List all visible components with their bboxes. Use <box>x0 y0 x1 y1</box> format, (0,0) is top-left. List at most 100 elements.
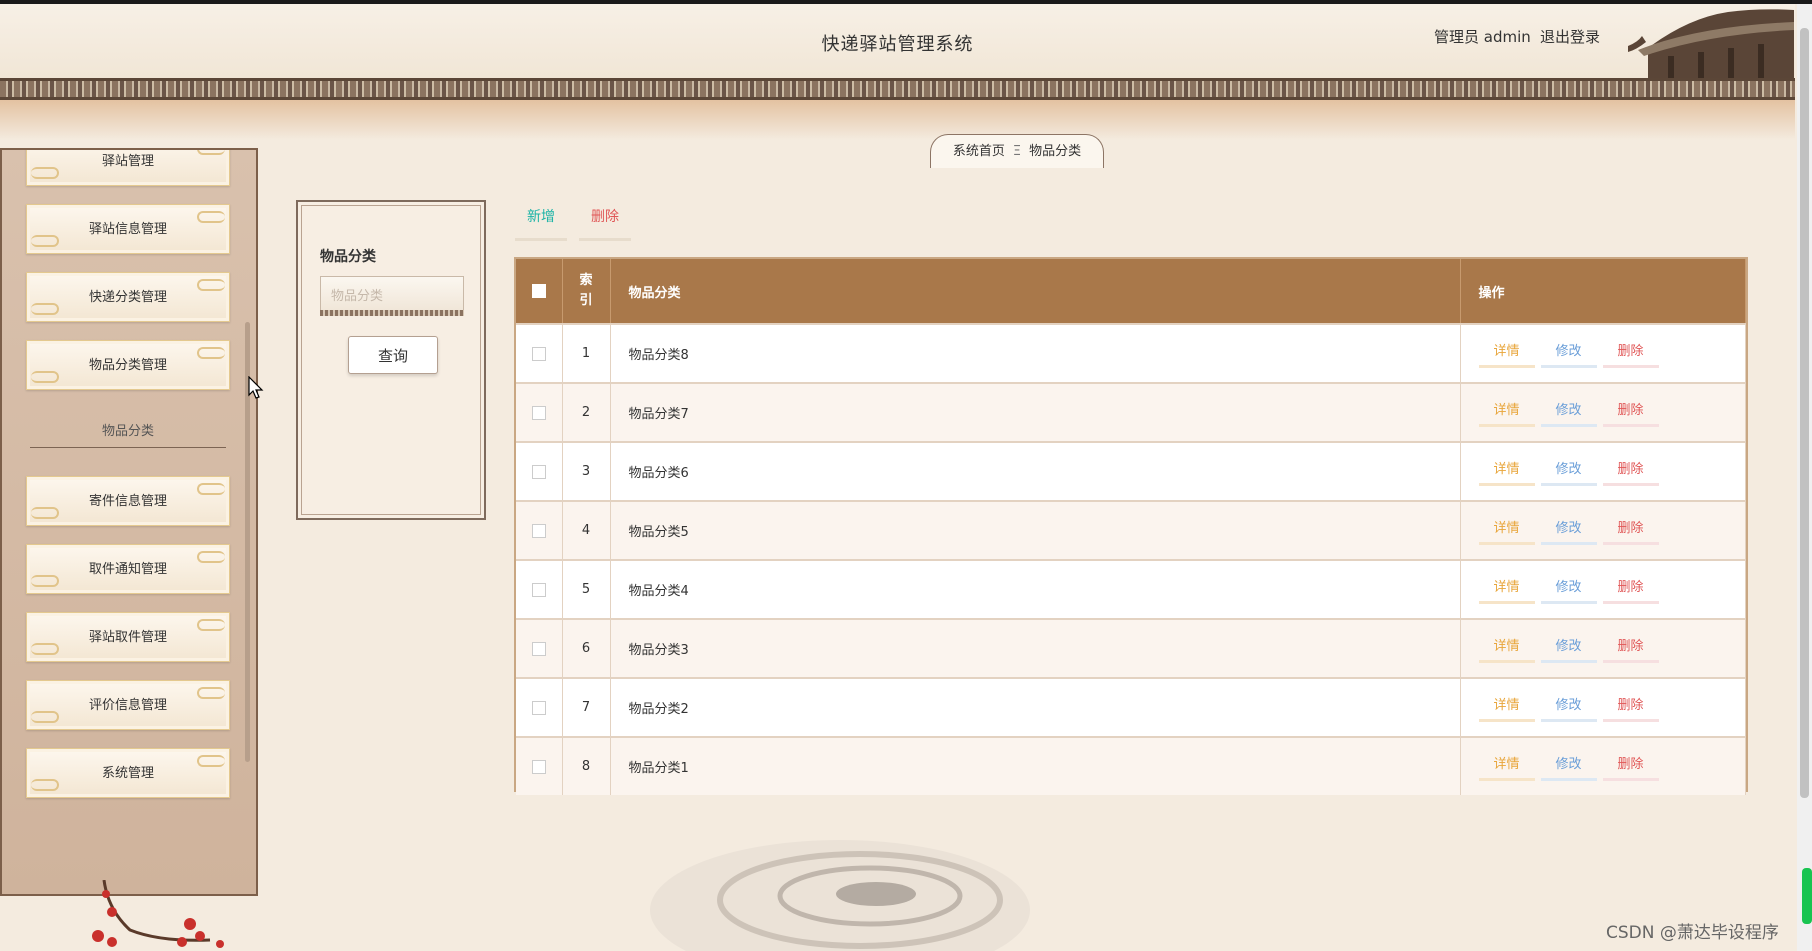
app-header: 快递驿站管理系统 管理员 admin 退出登录 <box>0 4 1795 80</box>
detail-button[interactable]: 详情 <box>1478 753 1535 781</box>
search-panel: 物品分类 查询 <box>296 200 486 520</box>
table-row: 7 物品分类2 详情 修改 删除 <box>516 677 1746 737</box>
mouse-cursor-icon <box>248 376 264 399</box>
row-index: 4 <box>562 500 611 560</box>
header-index: 索引 <box>562 259 611 324</box>
delete-button[interactable]: 删除 <box>1602 576 1659 604</box>
detail-button[interactable]: 详情 <box>1478 340 1535 368</box>
sidebar-item-express-category[interactable]: 快递分类管理 <box>26 272 230 322</box>
row-select-cell <box>516 618 563 678</box>
detail-button[interactable]: 详情 <box>1478 399 1535 427</box>
search-label: 物品分类 <box>320 249 376 265</box>
delete-button[interactable]: 删除 <box>1602 694 1659 722</box>
batch-delete-button[interactable]: 删除 <box>579 206 631 241</box>
table-row: 6 物品分类3 详情 修改 删除 <box>516 618 1746 678</box>
sidebar-item-pickup-notice[interactable]: 取件通知管理 <box>26 544 230 594</box>
edit-button[interactable]: 修改 <box>1540 635 1597 663</box>
edit-button[interactable]: 修改 <box>1540 753 1597 781</box>
row-name: 物品分类8 <box>610 323 1461 383</box>
sidebar: 驿站管理 驿站信息管理 快递分类管理 物品分类管理 物品分类 寄件信息管理 取件… <box>0 148 258 896</box>
brush-decoration <box>0 100 1795 140</box>
row-checkbox[interactable] <box>531 700 546 715</box>
row-name: 物品分类1 <box>610 736 1461 795</box>
row-select-cell <box>516 441 563 501</box>
data-table: 索引 物品分类 操作 1 物品分类8 详情 修改 删除 2 物品分类7 详情 修改 删除 3 物品分类… <box>514 257 1748 795</box>
row-checkbox[interactable] <box>531 464 546 479</box>
detail-button[interactable]: 详情 <box>1478 576 1535 604</box>
row-index: 1 <box>562 323 611 383</box>
row-actions: 详情 修改 删除 <box>1460 441 1746 501</box>
row-name: 物品分类2 <box>610 677 1461 737</box>
scrollbar-thumb[interactable] <box>1800 28 1809 798</box>
edit-button[interactable]: 修改 <box>1540 340 1597 368</box>
row-index: 8 <box>562 736 611 795</box>
edit-button[interactable]: 修改 <box>1540 517 1597 545</box>
sidebar-item-station-pickup[interactable]: 驿站取件管理 <box>26 612 230 662</box>
row-checkbox[interactable] <box>531 405 546 420</box>
row-checkbox[interactable] <box>531 346 546 361</box>
edit-button[interactable]: 修改 <box>1540 399 1597 427</box>
green-indicator <box>1802 868 1812 924</box>
row-actions: 详情 修改 删除 <box>1460 323 1746 383</box>
sidebar-item-send-info[interactable]: 寄件信息管理 <box>26 476 230 526</box>
delete-button[interactable]: 删除 <box>1602 753 1659 781</box>
sidebar-item-station[interactable]: 驿站管理 <box>26 150 230 186</box>
page-scrollbar[interactable] <box>1797 4 1812 951</box>
row-name: 物品分类5 <box>610 500 1461 560</box>
row-actions: 详情 修改 删除 <box>1460 500 1746 560</box>
row-actions: 详情 修改 删除 <box>1460 618 1746 678</box>
edit-button[interactable]: 修改 <box>1540 694 1597 722</box>
sidebar-item-review-info[interactable]: 评价信息管理 <box>26 680 230 730</box>
decorative-border-band <box>0 78 1795 100</box>
detail-button[interactable]: 详情 <box>1478 458 1535 486</box>
row-index: 6 <box>562 618 611 678</box>
ink-ripple-decoration <box>650 840 1030 951</box>
delete-button[interactable]: 删除 <box>1602 340 1659 368</box>
row-checkbox[interactable] <box>531 641 546 656</box>
search-input-decoration <box>320 310 464 316</box>
detail-button[interactable]: 详情 <box>1478 694 1535 722</box>
row-select-cell <box>516 500 563 560</box>
table-row: 4 物品分类5 详情 修改 删除 <box>516 500 1746 560</box>
logout-link[interactable]: 退出登录 <box>1540 26 1600 47</box>
detail-button[interactable]: 详情 <box>1478 517 1535 545</box>
row-select-cell <box>516 736 563 795</box>
row-name: 物品分类6 <box>610 441 1461 501</box>
select-all-checkbox[interactable] <box>531 284 546 298</box>
row-actions: 详情 修改 删除 <box>1460 382 1746 442</box>
detail-button[interactable]: 详情 <box>1478 635 1535 663</box>
breadcrumb-separator: Ξ <box>1012 144 1022 159</box>
select-all-cell <box>516 259 563 324</box>
sidebar-item-system[interactable]: 系统管理 <box>26 748 230 798</box>
delete-button[interactable]: 删除 <box>1602 517 1659 545</box>
table-row: 3 物品分类6 详情 修改 删除 <box>516 441 1746 501</box>
row-actions: 详情 修改 删除 <box>1460 559 1746 619</box>
row-checkbox[interactable] <box>531 582 546 597</box>
row-checkbox[interactable] <box>531 523 546 538</box>
delete-button[interactable]: 删除 <box>1602 635 1659 663</box>
pavilion-roof-decoration <box>1628 9 1794 80</box>
row-name: 物品分类4 <box>610 559 1461 619</box>
delete-button[interactable]: 删除 <box>1602 458 1659 486</box>
search-button[interactable]: 查询 <box>348 336 438 374</box>
delete-button[interactable]: 删除 <box>1602 399 1659 427</box>
row-index: 3 <box>562 441 611 501</box>
edit-button[interactable]: 修改 <box>1540 458 1597 486</box>
row-name: 物品分类3 <box>610 618 1461 678</box>
sidebar-section-goods-category[interactable]: 物品分类 <box>30 420 226 448</box>
sidebar-item-goods-category[interactable]: 物品分类管理 <box>26 340 230 390</box>
table-row: 1 物品分类8 详情 修改 删除 <box>516 323 1746 383</box>
table-row: 2 物品分类7 详情 修改 删除 <box>516 382 1746 442</box>
row-index: 7 <box>562 677 611 737</box>
sidebar-item-station-info[interactable]: 驿站信息管理 <box>26 204 230 254</box>
row-checkbox[interactable] <box>531 759 546 774</box>
row-select-cell <box>516 382 563 442</box>
breadcrumb-home[interactable]: 系统首页 <box>953 144 1005 159</box>
edit-button[interactable]: 修改 <box>1540 576 1597 604</box>
row-name: 物品分类7 <box>610 382 1461 442</box>
add-button[interactable]: 新增 <box>515 206 567 241</box>
admin-label: 管理员 admin <box>1434 28 1531 46</box>
watermark: CSDN @萧达毕设程序 <box>1606 923 1779 943</box>
row-select-cell <box>516 559 563 619</box>
row-select-cell <box>516 323 563 383</box>
